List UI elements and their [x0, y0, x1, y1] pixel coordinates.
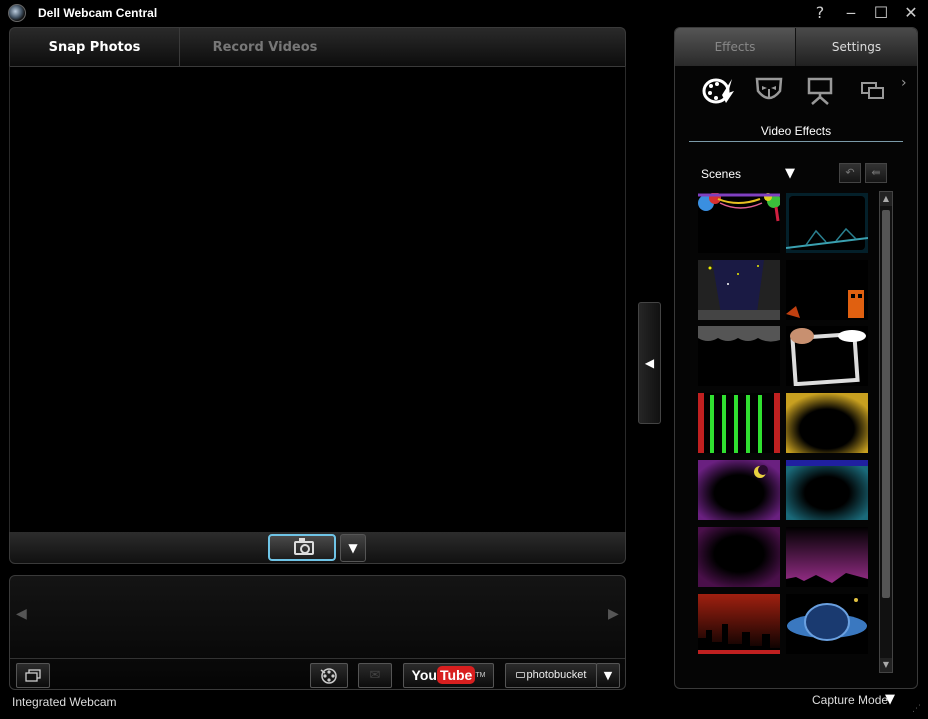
- youtube-upload-button[interactable]: You Tube TM: [403, 663, 494, 688]
- camera-icon: [294, 538, 314, 555]
- close-button[interactable]: ✕: [900, 2, 922, 24]
- snap-photo-button[interactable]: [268, 534, 336, 561]
- window-title: Dell Webcam Central: [38, 6, 158, 20]
- section-divider: [689, 141, 903, 142]
- section-title: Video Effects: [760, 124, 832, 138]
- photobucket-upload-button[interactable]: photobucket: [505, 663, 597, 688]
- resize-grip-icon[interactable]: ⋰: [912, 704, 921, 714]
- film-reel-icon: [320, 668, 337, 684]
- gallery-toolbar: ✉ You Tube TM photobucket ▼: [10, 658, 625, 690]
- category-dropdown-arrow[interactable]: ▼: [785, 166, 795, 181]
- scene-thumb-red-city[interactable]: [698, 594, 780, 654]
- picture-in-picture-icon[interactable]: [855, 75, 889, 105]
- maximize-button[interactable]: ☐: [870, 2, 892, 24]
- youtube-you-text: You: [411, 667, 437, 683]
- scene-thumb-purple-haze[interactable]: [698, 527, 780, 587]
- media-gallery: ◀ ▶ ✉ You Tube TM photobucket ▼: [9, 575, 626, 690]
- scene-thumb-green-bars[interactable]: [698, 393, 780, 453]
- panel-tab-bar: Effects Settings: [675, 28, 917, 66]
- video-effects-icon[interactable]: [702, 75, 736, 105]
- scene-thumb-blue-planet[interactable]: [786, 594, 868, 654]
- scene-thumb-city-stars[interactable]: [698, 260, 780, 320]
- effects-panel: Effects Settings › Video Effects Scenes …: [674, 27, 918, 689]
- category-select-label[interactable]: Scenes: [701, 167, 741, 181]
- scene-thumb-halloween[interactable]: [786, 260, 868, 320]
- tab-record-videos[interactable]: Record Videos: [180, 28, 350, 67]
- scene-thumb-hand-frame[interactable]: [786, 326, 868, 386]
- share-dropdown[interactable]: ▼: [596, 663, 620, 688]
- scene-thumb-moon-purple[interactable]: [698, 460, 780, 520]
- scene-thumb-stage-curtain[interactable]: [698, 326, 780, 386]
- mode-tab-bar: Snap Photos Record Videos: [9, 27, 626, 67]
- scroll-thumb[interactable]: [882, 210, 890, 598]
- scene-thumb-bridge-night[interactable]: [786, 193, 868, 253]
- webcam-app-icon: [8, 4, 26, 22]
- camera-icon: [515, 672, 525, 678]
- effects-reel-button[interactable]: [310, 663, 348, 688]
- scene-thumb-golden-glow[interactable]: [786, 393, 868, 453]
- gallery-prev-arrow[interactable]: ◀: [16, 606, 27, 622]
- capture-mode-dropdown[interactable]: ▼: [885, 692, 895, 707]
- scroll-up-arrow[interactable]: ▲: [880, 192, 892, 206]
- scroll-down-arrow[interactable]: ▼: [880, 658, 892, 672]
- folder-copy-icon: [25, 669, 41, 682]
- gallery-next-arrow[interactable]: ▶: [608, 606, 619, 622]
- undo-effect-button[interactable]: ↶: [839, 163, 861, 183]
- thumbnail-scrollbar[interactable]: ▲ ▼: [879, 191, 893, 673]
- tab-settings[interactable]: Settings: [796, 28, 917, 66]
- presentation-icon[interactable]: [803, 75, 837, 105]
- collapse-panel-button[interactable]: ◀: [638, 302, 661, 424]
- more-effects-arrow[interactable]: ›: [901, 75, 907, 91]
- scene-thumb-party[interactable]: [698, 193, 780, 253]
- webcam-preview: [9, 66, 626, 534]
- scene-thumb-magenta-dusk[interactable]: [786, 527, 868, 587]
- minimize-button[interactable]: ‒: [840, 2, 862, 24]
- capture-options-dropdown[interactable]: ▼: [340, 534, 366, 562]
- youtube-tube-text: Tube: [436, 666, 476, 684]
- webcam-source-label: Integrated Webcam: [12, 695, 117, 709]
- face-mask-icon[interactable]: [752, 75, 786, 105]
- tab-snap-photos[interactable]: Snap Photos: [10, 28, 180, 67]
- email-button[interactable]: ✉: [358, 663, 392, 688]
- tab-effects[interactable]: Effects: [675, 28, 796, 66]
- help-button[interactable]: ?: [809, 2, 831, 24]
- scene-thumb-teal-night[interactable]: [786, 460, 868, 520]
- apply-effect-button[interactable]: ⇚: [865, 163, 887, 183]
- youtube-tm-text: TM: [475, 672, 486, 679]
- capture-mode-label[interactable]: Capture Mode: [812, 693, 888, 707]
- open-folder-button[interactable]: [16, 663, 50, 688]
- photobucket-label: photobucket: [526, 669, 587, 681]
